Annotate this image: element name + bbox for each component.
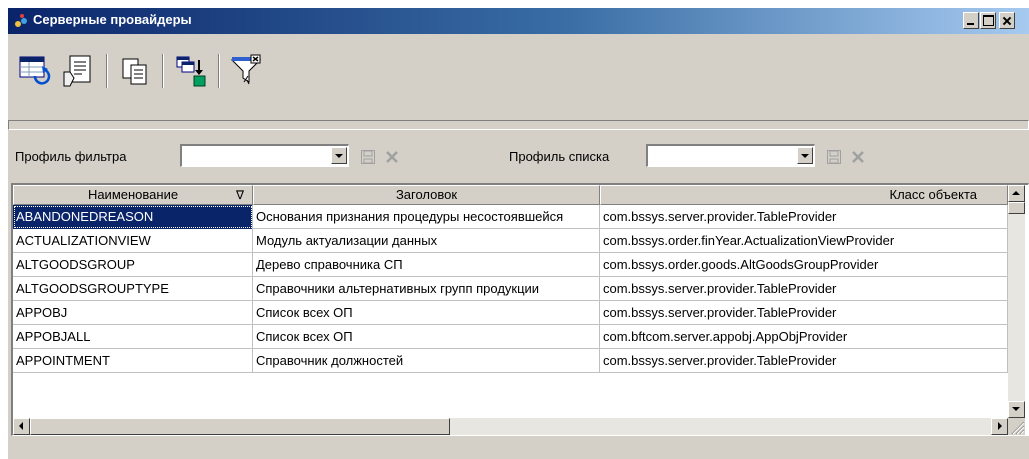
column-header-name-label: Наименование	[87, 187, 179, 202]
delete-icon	[852, 151, 864, 163]
column-header-class[interactable]: Класс объекта	[600, 185, 1008, 205]
cell-caption[interactable]: Список всех ОП	[253, 301, 600, 325]
column-header-caption[interactable]: Заголовок	[253, 185, 600, 205]
list-profile-combo[interactable]	[646, 144, 815, 167]
save-icon	[361, 150, 375, 164]
filter-profile-label: Профиль фильтра	[15, 149, 127, 164]
window-title: Серверные провайдеры	[33, 12, 192, 27]
cell-name[interactable]: APPOBJALL	[13, 325, 253, 349]
table-row[interactable]: APPOBJALL Список всех ОП com.bftcom.serv…	[13, 325, 1008, 349]
toolbar-separator	[106, 54, 108, 88]
toolbar-strip	[8, 120, 1029, 130]
app-icon	[14, 13, 30, 29]
filter-icon	[230, 54, 262, 85]
chevron-down-icon[interactable]	[797, 147, 813, 164]
refresh-table-button[interactable]	[14, 50, 56, 92]
close-button[interactable]	[999, 12, 1015, 29]
table-row[interactable]: ALTGOODSGROUP Дерево справочника СП com.…	[13, 253, 1008, 277]
sort-desc-icon: ∇	[235, 188, 244, 202]
toolbar	[8, 34, 1029, 114]
cell-class[interactable]: com.bssys.order.goods.AltGoodsGroupProvi…	[600, 253, 1008, 277]
cell-class[interactable]: com.bssys.server.provider.TableProvider	[600, 205, 1008, 229]
cell-caption[interactable]: Список всех ОП	[253, 325, 600, 349]
toolbar-separator	[162, 54, 164, 88]
save-list-profile-button[interactable]	[826, 149, 842, 165]
title-bar[interactable]: Серверные провайдеры	[8, 8, 1029, 34]
table-row[interactable]: APPOINTMENT Справочник должностей com.bs…	[13, 349, 1008, 373]
copy-button[interactable]	[114, 50, 156, 92]
cell-name[interactable]: ACTUALIZATIONVIEW	[13, 229, 253, 253]
cell-name[interactable]: APPOINTMENT	[13, 349, 253, 373]
horizontal-scroll-thumb[interactable]	[30, 418, 450, 435]
grid-rows: ABANDONEDREASON Основания признания проц…	[13, 205, 1008, 373]
maximize-button[interactable]	[980, 12, 996, 29]
delete-icon	[386, 151, 398, 163]
horizontal-scrollbar[interactable]	[13, 418, 1008, 435]
export-windows-icon	[176, 56, 206, 87]
cell-class[interactable]: com.bssys.server.provider.TableProvider	[600, 277, 1008, 301]
save-filter-profile-button[interactable]	[360, 149, 376, 165]
delete-list-profile-button[interactable]	[850, 149, 866, 165]
list-profile-label: Профиль списка	[509, 149, 610, 164]
table-row[interactable]: APPOBJ Список всех ОП com.bssys.server.p…	[13, 301, 1008, 325]
scroll-down-icon[interactable]	[1008, 401, 1025, 418]
column-header-name[interactable]: Наименование ∇	[13, 185, 253, 205]
providers-window: Серверные провайдеры Профиль фильтра Про…	[8, 8, 1029, 459]
cell-caption[interactable]: Дерево справочника СП	[253, 253, 600, 277]
column-header-class-label: Класс объекта	[889, 187, 977, 202]
cell-caption[interactable]: Справочники альтернативных групп продукц…	[253, 277, 600, 301]
cell-name[interactable]: ALTGOODSGROUP	[13, 253, 253, 277]
cell-name[interactable]: ABANDONEDREASON	[13, 205, 253, 229]
table-row[interactable]: ALTGOODSGROUPTYPE Справочники альтернати…	[13, 277, 1008, 301]
cell-name[interactable]: ALTGOODSGROUPTYPE	[13, 277, 253, 301]
cell-class[interactable]: com.bssys.server.provider.TableProvider	[600, 301, 1008, 325]
providers-grid: Наименование ∇ Заголовок Класс объекта A…	[11, 183, 1029, 436]
cell-caption[interactable]: Основания признания процедуры несостоявш…	[253, 205, 600, 229]
resize-grip-icon[interactable]	[1008, 418, 1025, 435]
vertical-scroll-thumb[interactable]	[1008, 202, 1025, 214]
filter-row: Профиль фильтра Профиль списка	[8, 132, 1029, 182]
cell-name[interactable]: APPOBJ	[13, 301, 253, 325]
filter-profile-combo[interactable]	[180, 144, 349, 167]
edit-document-button[interactable]	[58, 50, 100, 92]
vertical-scrollbar[interactable]	[1008, 185, 1025, 418]
delete-filter-profile-button[interactable]	[384, 149, 400, 165]
cell-class[interactable]: com.bftcom.server.appobj.AppObjProvider	[600, 325, 1008, 349]
cell-class[interactable]: com.bssys.order.finYear.ActualizationVie…	[600, 229, 1008, 253]
table-row[interactable]: ACTUALIZATIONVIEW Модуль актуализации да…	[13, 229, 1008, 253]
cell-caption[interactable]: Модуль актуализации данных	[253, 229, 600, 253]
chevron-down-icon[interactable]	[331, 147, 347, 164]
minimize-button[interactable]	[963, 12, 979, 29]
filter-button[interactable]	[226, 50, 268, 92]
scroll-left-icon[interactable]	[13, 418, 30, 435]
save-icon	[827, 150, 841, 164]
toolbar-separator	[218, 54, 220, 88]
table-row[interactable]: ABANDONEDREASON Основания признания проц…	[13, 205, 1008, 229]
copy-icon	[122, 58, 147, 85]
cell-caption[interactable]: Справочник должностей	[253, 349, 600, 373]
edit-document-icon	[63, 55, 91, 87]
refresh-table-icon	[19, 56, 51, 85]
scroll-right-icon[interactable]	[991, 418, 1008, 435]
column-header-caption-label: Заголовок	[395, 187, 458, 202]
export-windows-button[interactable]	[170, 50, 212, 92]
scroll-up-icon[interactable]	[1008, 185, 1025, 202]
cell-class[interactable]: com.bssys.server.provider.TableProvider	[600, 349, 1008, 373]
